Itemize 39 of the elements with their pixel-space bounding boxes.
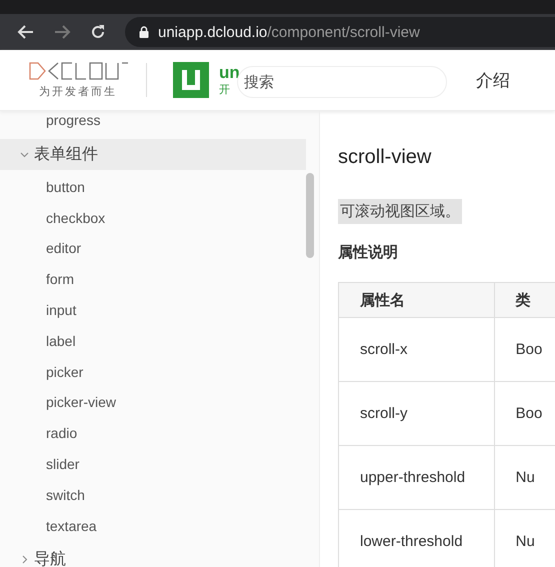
sidebar-item[interactable]: form <box>0 264 306 295</box>
sidebar-item[interactable]: picker-view <box>0 387 306 418</box>
column-header: 属性名 <box>338 282 494 318</box>
table-cell: lower-threshold <box>338 510 494 567</box>
sidebar-item[interactable]: button <box>0 172 306 203</box>
brand-title: un <box>219 64 240 82</box>
nav-link[interactable]: 介绍 <box>476 71 510 90</box>
sidebar-item[interactable]: checkbox <box>0 202 306 234</box>
description-text: 可滚动视图区域。 <box>338 199 462 224</box>
sidebar-item[interactable]: radio <box>0 418 306 449</box>
sidebar-item[interactable]: slider <box>0 448 306 480</box>
chevron-right-icon <box>20 555 29 564</box>
uni-logo-icon <box>173 62 209 98</box>
table-cell: scroll-y <box>338 382 494 446</box>
table-cell: upper-threshold <box>338 446 494 510</box>
lock-icon <box>139 26 149 38</box>
brand-subtitle: 开 <box>219 82 231 96</box>
sidebar-item[interactable]: picker <box>0 356 306 388</box>
sidebar-group[interactable]: 导航 <box>0 544 306 567</box>
sidebar-item[interactable]: label <box>0 326 306 357</box>
logo-tagline: 为开发者而生 <box>39 85 117 99</box>
back-icon[interactable] <box>17 23 35 41</box>
forward-icon[interactable] <box>53 23 71 41</box>
chevron-down-icon <box>20 150 29 159</box>
section-heading: 属性说明 <box>338 243 399 262</box>
sidebar-item[interactable]: progress <box>0 105 306 136</box>
page-title: scroll-view <box>338 146 432 169</box>
table-cell: scroll-x <box>338 318 494 382</box>
sidebar-item[interactable]: editor <box>0 233 306 264</box>
sidebar-item[interactable]: input <box>0 294 306 326</box>
scrollbar-thumb[interactable] <box>306 173 314 258</box>
sidebar-item[interactable]: textarea <box>0 510 306 542</box>
url-text: uniapp.dcloud.io/component/scroll-view <box>158 24 420 40</box>
sidebar-group[interactable]: 表单组件 <box>0 138 306 170</box>
sidebar-item[interactable]: switch <box>0 480 306 511</box>
column-header: 类 <box>494 282 555 318</box>
reload-icon[interactable] <box>89 23 107 41</box>
address-bar[interactable]: uniapp.dcloud.io/component/scroll-view <box>125 17 555 47</box>
dcloud-logo-icon <box>28 61 128 81</box>
